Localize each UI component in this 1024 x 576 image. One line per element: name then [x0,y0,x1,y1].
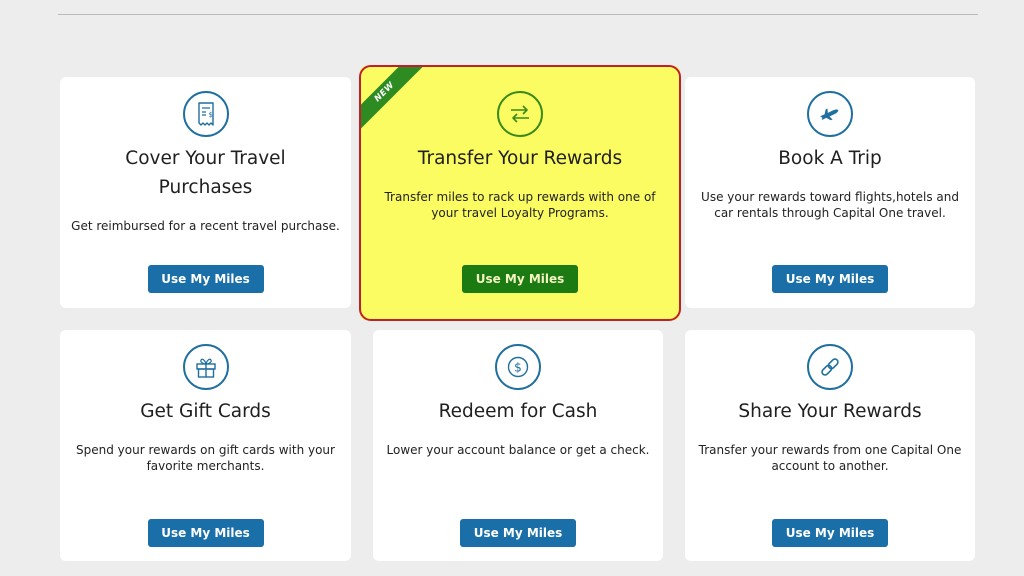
card-title: Cover Your Travel [125,148,286,169]
card-description-line2: favorite merchants. [146,459,265,473]
card-redeem-for-cash: $ Redeem for Cash Lower your account bal… [373,330,663,561]
new-badge: NEW [360,66,430,138]
card-description-line2: your travel Loyalty Programs. [431,206,609,220]
card-description: Transfer miles to rack up rewards with o… [384,190,656,204]
transfer-arrows-icon [497,91,543,137]
card-description: Spend your rewards on gift cards with yo… [76,443,335,457]
card-title: Book A Trip [778,148,882,169]
use-my-miles-button[interactable]: Use My Miles [772,265,888,293]
card-cover-travel-purchases: $ Cover Your Travel Purchases Get reimbu… [60,77,351,308]
card-title: Transfer Your Rewards [417,148,623,169]
card-description-line2: account to another. [771,459,889,473]
card-share-your-rewards: Share Your Rewards Transfer your rewards… [685,330,975,561]
card-description: Use your rewards toward flights,hotels a… [701,190,959,204]
use-my-miles-button[interactable]: Use My Miles [147,519,264,547]
gift-icon [182,344,229,390]
card-transfer-your-rewards: NEW Transfer Your Rewards Transfer miles… [360,66,680,320]
use-my-miles-button[interactable]: Use My Miles [460,519,576,547]
dollar-coin-icon: $ [495,344,541,390]
svg-text:$: $ [514,361,522,375]
card-title: Redeem for Cash [438,401,598,422]
card-book-a-trip: Book A Trip Use your rewards toward flig… [685,77,975,308]
receipt-icon: $ [182,91,229,137]
link-icon [807,344,853,390]
card-title: Share Your Rewards [738,401,922,422]
card-title: Get Gift Cards [140,401,271,422]
use-my-miles-button[interactable]: Use My Miles [147,265,264,293]
use-my-miles-button[interactable]: Use My Miles [462,265,578,293]
svg-text:$: $ [208,111,212,119]
airplane-icon [807,91,853,137]
top-divider [58,14,978,15]
card-description-line2: car rentals through Capital One travel. [714,206,946,220]
use-my-miles-button[interactable]: Use My Miles [772,519,888,547]
card-description: Lower your account balance or get a chec… [386,443,650,457]
card-description: Get reimbursed for a recent travel purch… [71,219,340,233]
card-get-gift-cards: Get Gift Cards Spend your rewards on gif… [60,330,351,561]
card-title-line2: Purchases [158,177,253,198]
card-description: Transfer your rewards from one Capital O… [698,443,962,457]
